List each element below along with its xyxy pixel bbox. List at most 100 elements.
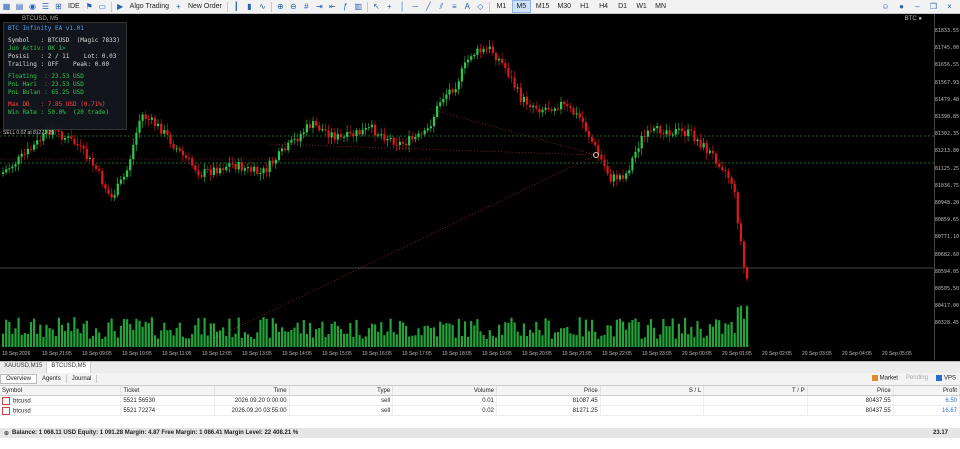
profiles-icon[interactable]: ▤ [14,1,25,12]
tab-btcusd[interactable]: BTCUSD,M5 [47,362,92,373]
candle-body [603,159,606,167]
account-icon[interactable]: ☺ [880,1,891,12]
timeframe-m15[interactable]: M15 [533,1,553,12]
trendline-icon[interactable]: ╱ [423,1,434,12]
timeframe-h1[interactable]: H1 [576,1,593,12]
data-window-icon[interactable]: ⊞ [53,1,64,12]
shapes-icon[interactable]: ◇ [475,1,486,12]
volume-bar [234,333,237,347]
timeframe-m1[interactable]: M1 [493,1,510,12]
horizontal-line-icon[interactable]: ─ [410,1,421,12]
fibonacci-icon[interactable]: ≡ [449,1,460,12]
candle-body [181,150,184,156]
candle-chart-icon[interactable]: ▮ [244,1,255,12]
timeframe-m30[interactable]: M30 [554,1,574,12]
volume-bar [622,321,625,347]
zoom-out-icon[interactable]: ⊖ [288,1,299,12]
row-tp[interactable] [703,395,808,406]
close-icon[interactable]: × [944,1,955,12]
col-current-price[interactable]: Price [807,386,894,396]
vertical-line-icon[interactable]: │ [397,1,408,12]
navigator-icon[interactable]: ☰ [40,1,51,12]
new-chart-icon[interactable]: ▦ [1,1,12,12]
volume-bar [126,319,129,347]
text-tool-icon[interactable]: A [462,1,473,12]
grid-icon[interactable]: # [301,1,312,12]
algo-trading-icon[interactable]: ▶ [115,1,126,12]
row-sl[interactable] [600,395,705,406]
table-row[interactable]: btcusd 5521 72274 2026.09.20 03:55:00 se… [0,405,960,416]
volume-bar [315,329,318,347]
timeframe-m5[interactable]: M5 [511,0,531,13]
timeframe-w1[interactable]: W1 [633,1,650,12]
col-sl[interactable]: S / L [600,386,705,396]
market-watch-icon[interactable]: ◉ [27,1,38,12]
cursor-icon[interactable]: ↖ [371,1,382,12]
positions-table: Symbol Ticket Time Type Volume Price S /… [0,386,960,416]
volume-bar [501,334,504,347]
row-tp[interactable] [703,405,808,416]
templates-icon[interactable]: ▥ [353,1,364,12]
strategy-tester-icon[interactable]: ⚑ [84,1,95,12]
candle-body [473,54,476,57]
volume-bar [222,327,225,347]
chart-shift-icon[interactable]: ⇤ [327,1,338,12]
volume-bar [203,317,206,347]
col-tp[interactable]: T / P [703,386,808,396]
volume-bar [550,338,553,347]
tab-journal[interactable]: Journal [67,375,98,383]
volume-bar [504,322,507,347]
price-axis-label: 80682.60 [934,251,959,258]
restore-icon[interactable]: ❐ [928,1,939,12]
new-order-icon[interactable]: + [173,1,184,12]
autoscroll-icon[interactable]: ⇥ [314,1,325,12]
timeframe-d1[interactable]: D1 [614,1,631,12]
col-ticket[interactable]: Ticket [120,386,216,396]
candle-body [36,140,39,145]
tab-overview[interactable]: Overview [0,374,38,384]
volume-bar [253,338,256,347]
toolbox-terminal: Overview Agents Journal Market Pending V… [0,373,960,449]
price-chart[interactable] [0,14,934,360]
volume-bar [423,326,426,347]
minimize-icon[interactable]: – [912,1,923,12]
row-sl[interactable] [600,405,705,416]
indicators-icon[interactable]: ƒ [340,1,351,12]
tab-xauusd[interactable]: XAUUSD,M15 [0,362,48,373]
candle-body [476,48,479,55]
volume-bar [358,334,361,347]
zoom-in-icon[interactable]: ⊕ [275,1,286,12]
volume-bar [209,323,212,347]
volume-bar [392,332,395,347]
col-volume[interactable]: Volume [392,386,497,396]
col-symbol[interactable]: Symbol [0,386,122,396]
line-chart-icon[interactable]: ∿ [257,1,268,12]
algo-trading-button[interactable]: Algo Trading [128,1,171,12]
col-type[interactable]: Type [289,386,394,396]
pending-button[interactable]: Pending [906,375,928,382]
candle-body [305,124,308,133]
market-button[interactable]: Market [871,375,898,382]
col-profit[interactable]: Profit [893,386,960,396]
candle-body [556,108,560,110]
candle-body [33,144,36,150]
volume-bar [600,335,603,347]
timeframe-mn[interactable]: MN [652,1,669,12]
vps-button[interactable]: VPS [935,375,956,382]
terminal-icon[interactable]: ▭ [97,1,108,12]
bar-chart-icon[interactable]: ┃ [231,1,242,12]
notifications-icon[interactable]: ● [896,1,907,12]
volume-bar [494,337,498,347]
col-price[interactable]: Price [496,386,601,396]
timeframe-h4[interactable]: H4 [595,1,612,12]
volume-bar [587,331,591,347]
crosshair-icon[interactable]: + [384,1,395,12]
col-time[interactable]: Time [214,386,290,396]
table-row[interactable]: btcusd 5521 56530 2026.09.20 0:00:00 sel… [0,395,960,406]
tab-agents[interactable]: Agents [37,375,67,383]
new-order-button[interactable]: New Order [186,1,224,12]
volume-bar [191,333,194,347]
channel-icon[interactable]: ⫽ [436,1,447,12]
ide-button[interactable]: IDE [66,1,82,12]
candle-body [398,141,401,146]
